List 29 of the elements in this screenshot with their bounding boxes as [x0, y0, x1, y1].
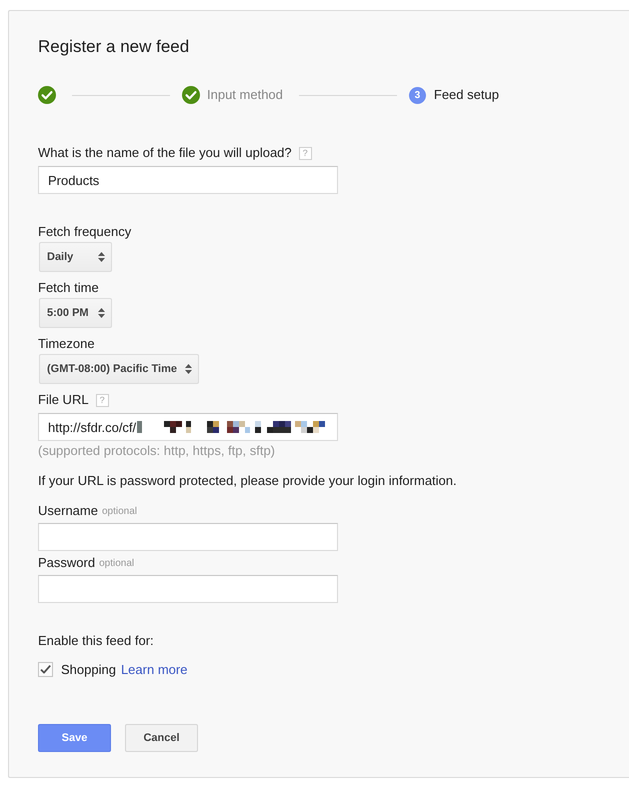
secondary-button[interactable]: Cancel — [125, 724, 198, 752]
dropdown[interactable]: (GMT-08:00) Pacific Time — [39, 354, 200, 384]
dropdown[interactable]: Daily — [39, 242, 112, 272]
page-title: Register a new feed — [38, 36, 190, 58]
hint-text: (supported protocols: http, https, ftp, sftp) — [38, 444, 276, 458]
field-label: Enable this feed for: — [38, 633, 154, 649]
step-number: 3 — [408, 86, 426, 104]
field-label: Password — [38, 555, 96, 571]
sort-arrows-icon — [98, 308, 105, 318]
optional-hint: optional — [102, 505, 137, 519]
dropdown[interactable]: 5:00 PM — [39, 298, 112, 328]
sort-arrows-icon — [98, 252, 105, 262]
step-label: Feed setup — [434, 87, 499, 103]
field-label: Fetch frequency — [38, 224, 132, 240]
learn-more-link[interactable]: Learn more — [120, 662, 188, 676]
field-label: Fetch time — [38, 280, 99, 296]
field-label: What is the name of the file you will upload? — [38, 145, 292, 161]
input-field[interactable]: Products — [38, 166, 338, 194]
field-label: Timezone — [38, 336, 95, 352]
checkbox[interactable] — [38, 662, 53, 676]
optional-hint: optional — [99, 557, 134, 571]
input-field[interactable] — [38, 523, 338, 551]
input-field[interactable] — [38, 575, 338, 603]
field-label: File URL — [38, 392, 89, 408]
info-text: If your URL is password protected, please provide your login information. — [38, 473, 457, 489]
step-label: Input method — [207, 87, 283, 103]
sort-arrows-icon — [185, 364, 192, 374]
field-label: Username — [38, 503, 98, 519]
checkbox-label: Shopping — [61, 662, 116, 676]
